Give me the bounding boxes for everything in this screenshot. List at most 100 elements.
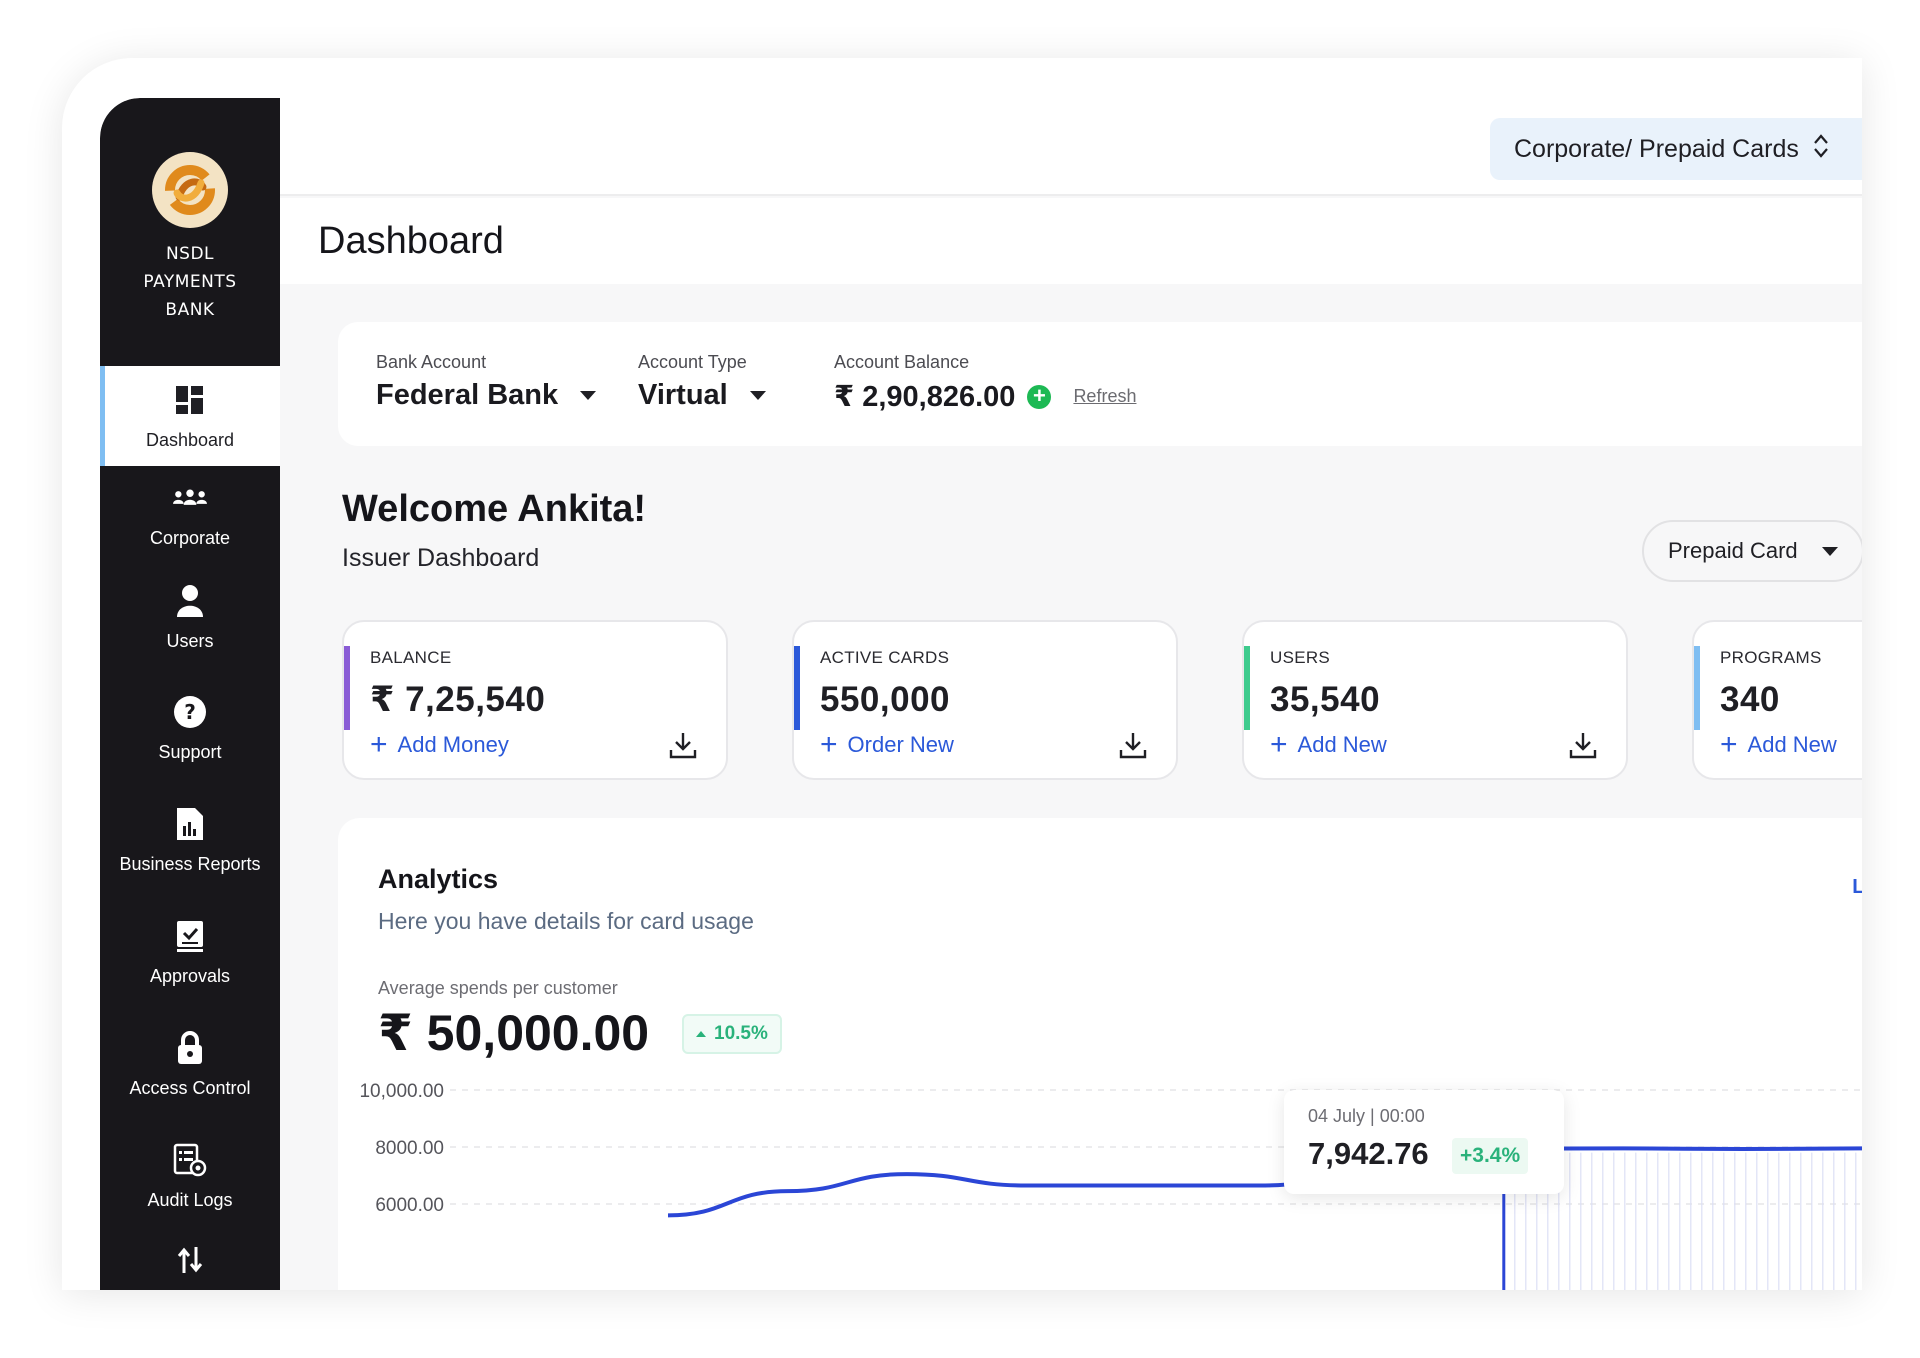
spend-line-chart[interactable]: 10,000.00 8000.00 6000.00	[338, 1068, 1862, 1290]
group-icon	[172, 480, 208, 516]
sidebar-item-transfer[interactable]	[100, 1232, 280, 1290]
brand-line: NSDL	[165, 244, 215, 264]
app-window: NSDL PAYMENTS BANK Dashboard Corporate U…	[100, 98, 1862, 1290]
refresh-link[interactable]: Refresh	[1073, 386, 1136, 407]
sidebar-item-label: Users	[166, 630, 214, 651]
caret-down-icon	[749, 391, 766, 400]
account-balance-field: Account Balance ₹ 2,90,826.00 + Refresh	[834, 352, 1136, 414]
add-user-button[interactable]: + Add New	[1270, 728, 1387, 761]
account-summary-card: Bank Account Federal Bank Account Type V…	[338, 322, 1862, 446]
y-tick-label: 8000.00	[375, 1138, 444, 1159]
sidebar-item-label: Access Control	[129, 1077, 251, 1098]
add-balance-icon[interactable]: +	[1027, 384, 1052, 409]
download-icon[interactable]	[1568, 730, 1598, 760]
stat-accent-bar	[1244, 646, 1250, 730]
sidebar-item-access-control[interactable]: Access Control	[100, 1008, 280, 1120]
add-program-button[interactable]: + Add New	[1720, 728, 1837, 761]
stat-label: BALANCE	[370, 648, 452, 667]
chart-tooltip: 04 July | 00:00 7,942.76 +3.4%	[1284, 1090, 1564, 1194]
stat-label: ACTIVE CARDS	[820, 648, 950, 667]
trend-badge: 10.5%	[682, 1014, 782, 1054]
brand-line: PAYMENTS	[143, 272, 237, 292]
sidebar-item-label: Business Reports	[119, 853, 261, 874]
trend-value: 10.5%	[714, 1023, 768, 1044]
add-money-button[interactable]: + Add Money	[370, 728, 509, 761]
page-title: Dashboard	[318, 219, 504, 262]
caret-down-icon	[580, 391, 597, 400]
analytics-view-link[interactable]: Li	[1852, 876, 1862, 899]
title-bar: Dashboard	[280, 198, 1862, 284]
stat-value: ₹ 7,25,540	[370, 680, 546, 719]
brand-line: BANK	[165, 300, 215, 320]
bank-account-label: Bank Account	[376, 352, 487, 372]
sidebar-item-audit-logs[interactable]: Audit Logs	[100, 1120, 280, 1232]
audit-log-icon	[172, 1142, 208, 1178]
sidebar-item-approvals[interactable]: Approvals	[100, 896, 280, 1008]
tooltip-date: 04 July | 00:00	[1308, 1106, 1425, 1126]
sidebar-item-business-reports[interactable]: Business Reports	[100, 784, 280, 896]
program-type-value: Prepaid Card	[1668, 538, 1798, 563]
arrow-up-icon	[696, 1031, 706, 1037]
user-icon	[172, 583, 208, 619]
sidebar-item-dashboard[interactable]: Dashboard	[100, 366, 280, 466]
stat-label: PROGRAMS	[1720, 648, 1822, 667]
bank-account-field[interactable]: Bank Account Federal Bank	[376, 352, 597, 412]
approval-icon	[172, 918, 208, 954]
sidebar-item-label: Dashboard	[145, 429, 235, 450]
context-switcher[interactable]: Corporate/ Prepaid Cards	[1490, 118, 1862, 180]
stat-label: USERS	[1270, 648, 1331, 667]
stat-action-label: Add Money	[397, 732, 509, 757]
help-icon: ?	[172, 694, 208, 730]
plus-icon: +	[370, 728, 388, 761]
stat-card-programs: PROGRAMS 340 + Add New	[1692, 620, 1862, 780]
plus-icon: +	[1270, 728, 1288, 761]
transfer-icon	[172, 1242, 208, 1278]
analytics-panel: Analytics Here you have details for card…	[338, 818, 1862, 1290]
tooltip-change: +3.4%	[1452, 1138, 1529, 1174]
account-type-field[interactable]: Account Type Virtual	[638, 352, 766, 412]
stat-action-label: Add New	[1297, 732, 1387, 757]
order-new-button[interactable]: + Order New	[820, 728, 954, 761]
stat-action-label: Add New	[1747, 732, 1837, 757]
sidebar-item-label: Approvals	[149, 965, 231, 986]
account-balance-label: Account Balance	[834, 352, 970, 372]
stat-accent-bar	[344, 646, 350, 730]
download-icon[interactable]	[1118, 730, 1148, 760]
stat-action-label: Order New	[847, 732, 954, 757]
stat-card-users: USERS 35,540 + Add New	[1242, 620, 1628, 780]
bank-account-value: Federal Bank	[376, 379, 559, 411]
context-label: Corporate/ Prepaid Cards	[1514, 134, 1799, 163]
sidebar-item-label: Support	[158, 741, 222, 762]
report-icon	[172, 806, 208, 842]
y-tick-label: 6000.00	[375, 1195, 444, 1216]
program-type-dropdown[interactable]: Prepaid Card	[1642, 520, 1862, 582]
analytics-subtitle: Here you have details for card usage	[378, 908, 754, 934]
stat-card-active-cards: ACTIVE CARDS 550,000 + Order New	[792, 620, 1178, 780]
sidebar-item-corporate[interactable]: Corporate	[100, 466, 280, 562]
caret-down-icon	[1821, 546, 1838, 556]
plus-icon: +	[820, 728, 838, 761]
brand-name: NSDL PAYMENTS BANK	[143, 240, 236, 324]
download-icon[interactable]	[668, 730, 698, 760]
welcome-subtitle: Issuer Dashboard	[342, 544, 540, 572]
sidebar-item-support[interactable]: ? Support	[100, 672, 280, 784]
sidebar-item-label: Audit Logs	[147, 1189, 233, 1210]
avg-spend-label: Average spends per customer	[378, 978, 618, 998]
plus-icon: +	[1720, 728, 1738, 761]
brand: NSDL PAYMENTS BANK	[100, 98, 280, 366]
svg-text:?: ?	[184, 700, 196, 724]
y-tick-label: 10,000.00	[359, 1081, 444, 1102]
dashboard-icon	[172, 382, 208, 418]
series-line	[667, 1146, 1862, 1218]
top-bar: Corporate/ Prepaid Cards	[280, 98, 1862, 196]
sidebar-item-label: Corporate	[149, 527, 231, 548]
sidebar-item-users[interactable]: Users	[100, 562, 280, 672]
stat-accent-bar	[794, 646, 800, 730]
stat-value: 35,540	[1270, 680, 1381, 719]
nsdl-logo	[152, 152, 228, 228]
welcome-heading: Welcome Ankita!	[342, 488, 647, 530]
stat-card-balance: BALANCE ₹ 7,25,540 + Add Money	[342, 620, 728, 780]
device-frame: NSDL PAYMENTS BANK Dashboard Corporate U…	[62, 58, 1862, 1290]
account-type-value: Virtual	[638, 379, 728, 411]
account-balance-value: ₹ 2,90,826.00	[834, 381, 1016, 413]
